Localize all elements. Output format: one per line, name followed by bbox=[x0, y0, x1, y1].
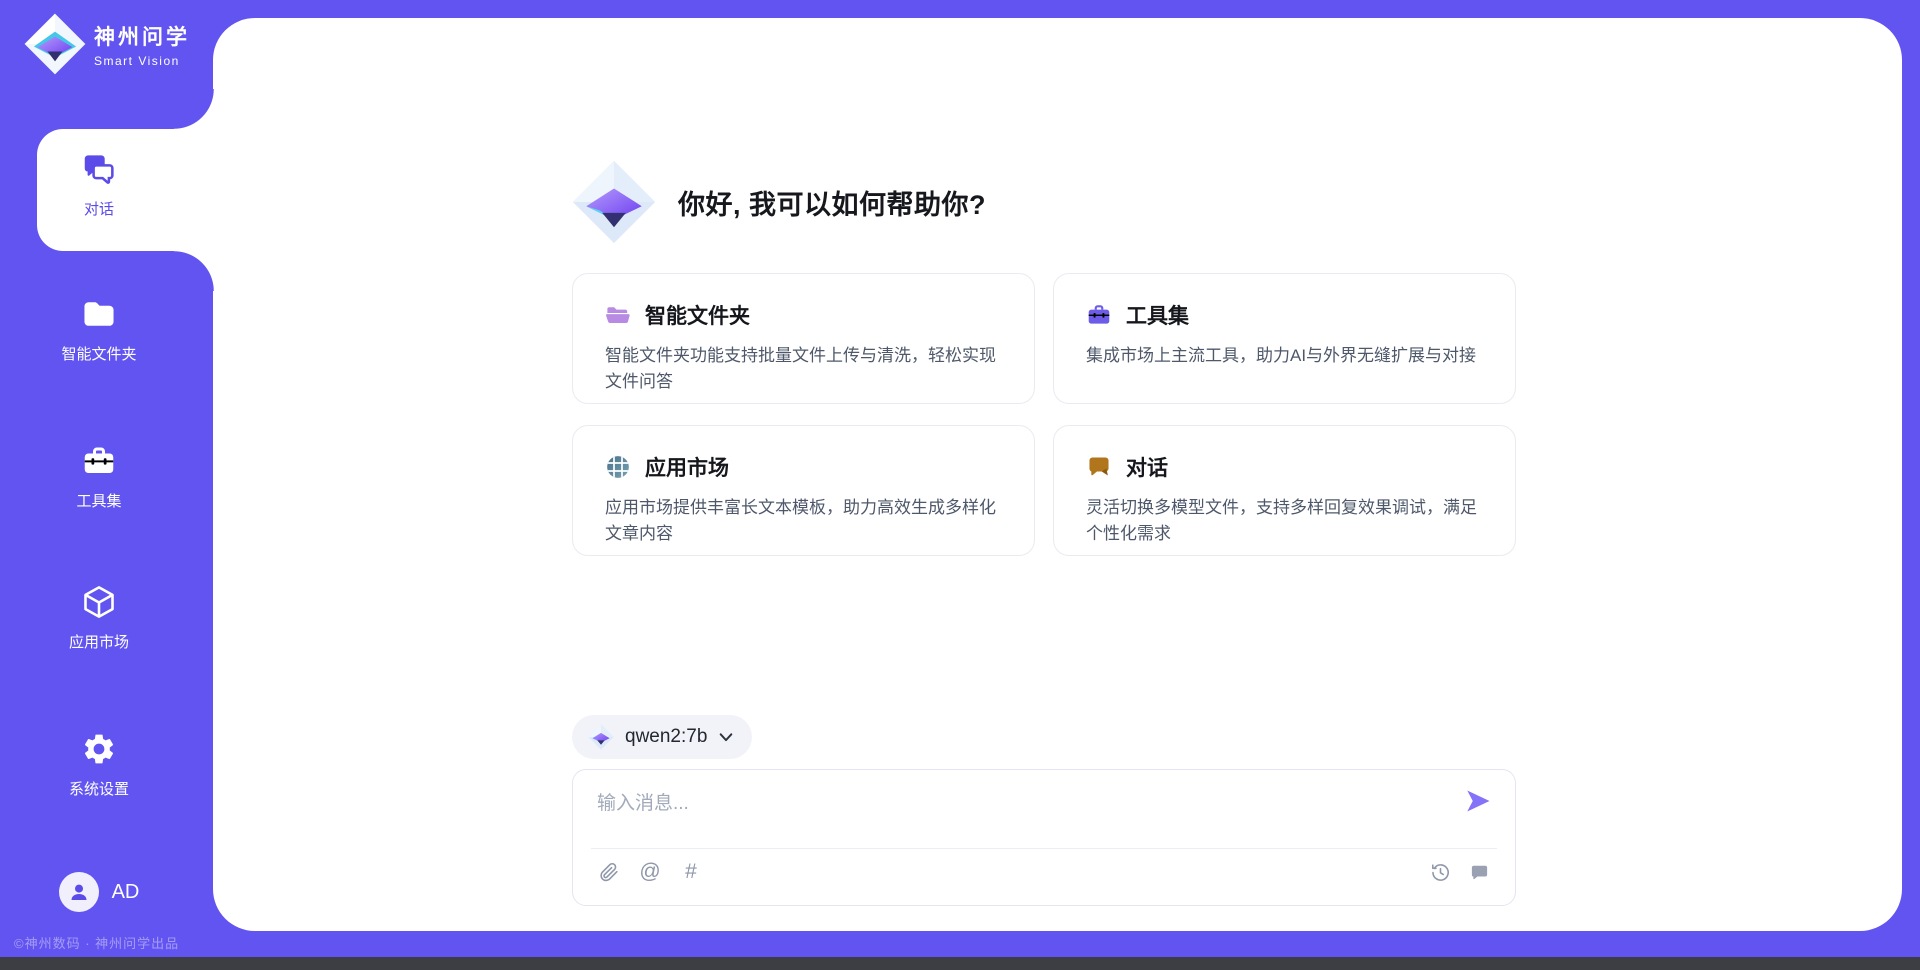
model-selector[interactable]: qwen2:7b bbox=[572, 715, 752, 759]
composer-tools-right bbox=[1428, 860, 1491, 884]
card-chat[interactable]: 对话 灵活切换多模型文件，支持多样回复效果调试，满足个性化需求 bbox=[1053, 425, 1516, 556]
history-icon bbox=[1430, 862, 1451, 883]
active-tab-fillet-bottom bbox=[174, 251, 214, 291]
copyright-footer: ©神州数码 · 神州问学出品 bbox=[14, 933, 179, 952]
message-composer: @ # bbox=[572, 769, 1516, 906]
at-icon: @ bbox=[639, 860, 660, 884]
composer-tools-left: @ # bbox=[597, 860, 703, 884]
folder-open-icon bbox=[605, 302, 631, 328]
active-tab-fillet-top bbox=[174, 89, 214, 129]
feature-cards: 智能文件夹 智能文件夹功能支持批量文件上传与清洗，轻松实现文件问答 工具集 集成… bbox=[572, 273, 1516, 556]
chat-filled-icon bbox=[1469, 862, 1490, 883]
send-icon bbox=[1463, 786, 1493, 816]
card-description: 集成市场上主流工具，助力AI与外界无缝扩展与对接 bbox=[1086, 343, 1485, 369]
grid-globe-icon bbox=[605, 454, 631, 480]
sidebar-item-label: 系统设置 bbox=[69, 778, 129, 799]
hashtag-button[interactable]: # bbox=[679, 860, 703, 884]
mention-button[interactable]: @ bbox=[638, 860, 662, 884]
card-description: 智能文件夹功能支持批量文件上传与清洗，轻松实现文件问答 bbox=[605, 343, 1004, 395]
diamond-logo-icon bbox=[588, 724, 614, 750]
card-smart-folder[interactable]: 智能文件夹 智能文件夹功能支持批量文件上传与清洗，轻松实现文件问答 bbox=[572, 273, 1035, 404]
conversations-button[interactable] bbox=[1467, 860, 1491, 884]
paperclip-icon bbox=[599, 862, 620, 883]
history-button[interactable] bbox=[1428, 860, 1452, 884]
sidebar-item-chat[interactable]: 对话 bbox=[0, 151, 198, 219]
card-description: 应用市场提供丰富长文本模板，助力高效生成多样化文章内容 bbox=[605, 495, 1004, 547]
brand-subtitle: Smart Vision bbox=[94, 54, 190, 68]
card-title: 工具集 bbox=[1126, 300, 1189, 330]
message-input[interactable] bbox=[573, 770, 1515, 846]
attachment-button[interactable] bbox=[597, 860, 621, 884]
sidebar-item-toolset[interactable]: 工具集 bbox=[0, 443, 198, 511]
person-icon bbox=[67, 880, 91, 904]
app-logo: 神州问学 Smart Vision bbox=[24, 13, 190, 75]
greeting-text: 你好, 我可以如何帮助你? bbox=[678, 183, 986, 222]
sidebar-item-label: 应用市场 bbox=[69, 631, 129, 652]
chat-bubble-icon bbox=[1086, 454, 1112, 480]
hashtag-icon: # bbox=[685, 860, 697, 884]
avatar bbox=[59, 872, 99, 912]
card-description: 灵活切换多模型文件，支持多样回复效果调试，满足个性化需求 bbox=[1086, 495, 1485, 547]
brand-diamond-icon bbox=[24, 13, 86, 75]
chat-bubbles-icon bbox=[81, 151, 117, 187]
chevron-down-icon bbox=[718, 731, 734, 743]
brand-name: 神州问学 bbox=[94, 21, 190, 51]
gear-icon bbox=[81, 731, 117, 767]
card-title: 智能文件夹 bbox=[645, 300, 750, 330]
sidebar-item-label: 工具集 bbox=[76, 490, 121, 511]
send-button[interactable] bbox=[1463, 786, 1493, 816]
sidebar-item-label: 智能文件夹 bbox=[61, 343, 136, 364]
sidebar-item-smart-folder[interactable]: 智能文件夹 bbox=[0, 296, 198, 364]
briefcase-icon bbox=[1086, 302, 1112, 328]
greeting: 你好, 我可以如何帮助你? bbox=[572, 160, 986, 244]
briefcase-icon bbox=[81, 443, 117, 479]
card-toolset[interactable]: 工具集 集成市场上主流工具，助力AI与外界无缝扩展与对接 bbox=[1053, 273, 1516, 404]
greeting-diamond-icon bbox=[572, 160, 656, 244]
folder-icon bbox=[81, 296, 117, 332]
card-title: 对话 bbox=[1126, 452, 1168, 482]
user-initials: AD bbox=[112, 881, 140, 904]
sidebar-item-label: 对话 bbox=[84, 198, 114, 219]
window-bottom-bar bbox=[0, 957, 1920, 970]
model-name: qwen2:7b bbox=[625, 726, 707, 748]
card-title: 应用市场 bbox=[645, 452, 729, 482]
sidebar-item-app-market[interactable]: 应用市场 bbox=[0, 584, 198, 652]
cube-icon bbox=[81, 584, 117, 620]
sidebar-item-settings[interactable]: 系统设置 bbox=[0, 731, 198, 799]
card-app-market[interactable]: 应用市场 应用市场提供丰富长文本模板，助力高效生成多样化文章内容 bbox=[572, 425, 1035, 556]
composer-divider bbox=[591, 848, 1497, 849]
user-account[interactable]: AD bbox=[0, 872, 198, 912]
